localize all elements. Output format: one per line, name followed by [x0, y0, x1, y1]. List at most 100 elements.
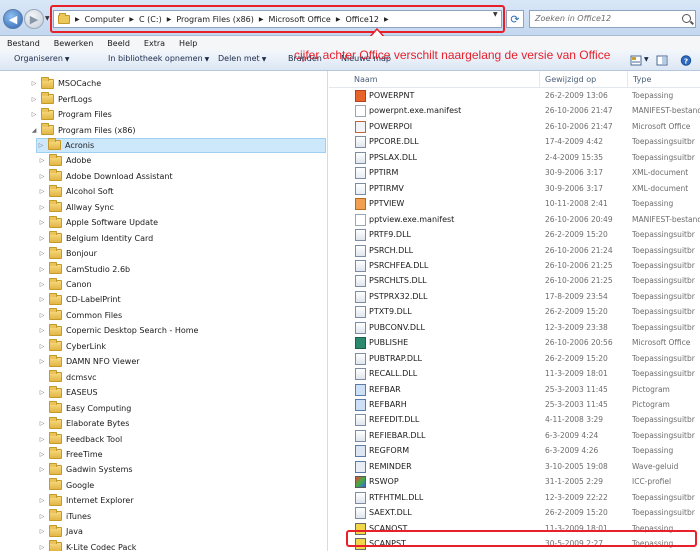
expand-arrow-icon[interactable]: ▷ — [37, 142, 45, 149]
chevron-right-icon[interactable]: ▶ — [126, 16, 137, 23]
file-row[interactable]: POWERPNT 26-2-2009 13:06 Toepassing — [329, 88, 700, 103]
tree-item[interactable]: ▷ Acronis — [36, 137, 326, 154]
tree-item[interactable]: ▷ CyberLink — [38, 339, 106, 354]
chevron-right-icon[interactable]: ▶ — [72, 16, 83, 23]
file-row[interactable]: PTXT9.DLL 26-2-2009 15:20 Toepassingsuitbr — [329, 304, 700, 319]
file-row[interactable]: SCANPST 30-5-2009 2:27 Toepassing — [329, 536, 700, 551]
expand-arrow-icon[interactable]: ▷ — [38, 343, 46, 350]
forward-button[interactable]: ▶ — [24, 9, 44, 29]
tree-item[interactable]: ▷ EASEUS — [38, 385, 98, 400]
address-dropdown-icon[interactable]: ▼ — [493, 11, 498, 18]
file-row[interactable]: PUBCONV.DLL 12-3-2009 23:38 Toepassingsuit… — [329, 320, 700, 335]
breadcrumb-drive-c[interactable]: C (C:) — [137, 15, 164, 24]
expand-arrow-icon[interactable]: ▷ — [38, 389, 46, 396]
column-divider[interactable] — [539, 71, 540, 88]
recent-pages-dropdown-icon[interactable]: ▼ — [45, 15, 50, 22]
organize-button[interactable]: Organiseren ▼ — [14, 54, 70, 63]
expand-arrow-icon[interactable]: ▷ — [38, 235, 46, 242]
column-name[interactable]: Naam — [354, 75, 378, 84]
file-row[interactable]: PRTF9.DLL 26-2-2009 15:20 Toepassingsuitbr — [329, 227, 700, 242]
tree-item[interactable]: Google — [38, 478, 94, 493]
tree-item[interactable]: ▷ Allway Sync — [38, 200, 114, 215]
file-row[interactable]: PPSLAX.DLL 2-4-2009 15:35 Toepassingsuitbr — [329, 150, 700, 165]
tree-item[interactable]: ▷ Adobe Download Assistant — [38, 169, 173, 184]
back-button[interactable]: ◀ — [3, 9, 23, 29]
expand-arrow-icon[interactable]: ▷ — [38, 204, 46, 211]
file-row[interactable]: RSWOP 31-1-2005 2:29 ICC-profiel — [329, 474, 700, 489]
file-row[interactable]: REFIEBAR.DLL 6-3-2009 4:24 Toepassingsuitb… — [329, 428, 700, 443]
menu-file[interactable]: Bestand — [0, 39, 47, 48]
tree-item[interactable]: ▷ Internet Explorer — [38, 493, 134, 508]
file-row[interactable]: PSTPRX32.DLL 17-8-2009 23:54 Toepassingsui… — [329, 289, 700, 304]
expand-arrow-icon[interactable]: ▷ — [38, 281, 46, 288]
tree-item[interactable]: ▷ Apple Software Update — [38, 215, 158, 230]
breadcrumb-microsoft-office[interactable]: Microsoft Office — [267, 15, 333, 24]
expand-arrow-icon[interactable]: ▷ — [38, 436, 46, 443]
expand-arrow-icon[interactable]: ▷ — [38, 513, 46, 520]
file-row[interactable]: RECALL.DLL 11-3-2009 18:01 Toepassingsuitb… — [329, 366, 700, 381]
tree-item[interactable]: ◢ Program Files (x86) — [30, 122, 136, 137]
view-options-icon[interactable] — [630, 55, 642, 66]
tree-item[interactable]: ▷ Common Files — [38, 308, 122, 323]
menu-tools[interactable]: Extra — [137, 39, 172, 48]
tree-item[interactable]: ▷ Alcohol Soft — [38, 184, 114, 199]
chevron-down-icon[interactable]: ▼ — [644, 56, 649, 63]
expand-arrow-icon[interactable]: ▷ — [38, 451, 46, 458]
tree-item[interactable]: ▷ MSOCache — [30, 76, 101, 91]
file-row[interactable]: PPCORE.DLL 17-4-2009 4:42 Toepassingsuitbr — [329, 134, 700, 149]
expand-arrow-icon[interactable]: ▷ — [30, 80, 38, 87]
expand-arrow-icon[interactable]: ▷ — [38, 219, 46, 226]
expand-arrow-icon[interactable]: ▷ — [38, 327, 46, 334]
expand-arrow-icon[interactable]: ▷ — [38, 296, 46, 303]
file-row[interactable]: PPTIRMV 30-9-2006 3:17 XML-document — [329, 181, 700, 196]
breadcrumb-computer[interactable]: Computer — [83, 15, 127, 24]
expand-arrow-icon[interactable]: ▷ — [38, 312, 46, 319]
file-row[interactable]: PSRCH.DLL 26-10-2006 21:24 Toepassingsuitb… — [329, 243, 700, 258]
tree-item[interactable]: ▷ Elaborate Bytes — [38, 416, 129, 431]
tree-item[interactable]: ▷ CD-LabelPrint — [38, 292, 121, 307]
tree-item[interactable]: ▷ Feedback Tool — [38, 431, 122, 446]
chevron-right-icon[interactable]: ▶ — [164, 16, 175, 23]
expanded-arrow-icon[interactable]: ◢ — [30, 127, 38, 134]
tree-item[interactable]: ▷ Gadwin Systems — [38, 462, 133, 477]
column-type[interactable]: Type — [633, 75, 651, 84]
refresh-button[interactable]: ⟳ — [506, 10, 524, 28]
file-row[interactable]: REMINDER 3-10-2005 19:08 Wave-geluid — [329, 459, 700, 474]
tree-item[interactable]: ▷ DAMN NFO Viewer — [38, 354, 140, 369]
search-icon[interactable] — [682, 14, 691, 23]
chevron-right-icon[interactable]: ▶ — [333, 16, 344, 23]
column-date-modified[interactable]: Gewijzigd op — [545, 75, 596, 84]
breadcrumb-program-files-x86[interactable]: Program Files (x86) — [174, 15, 256, 24]
file-row[interactable]: SAEXT.DLL 26-2-2009 15:20 Toepassingsuitbr — [329, 505, 700, 520]
file-row[interactable]: SCANOST 11-3-2009 18:01 Toepassing — [329, 521, 700, 536]
expand-arrow-icon[interactable]: ▷ — [38, 266, 46, 273]
tree-item[interactable]: Easy Computing — [38, 400, 131, 415]
chevron-right-icon[interactable]: ▶ — [256, 16, 267, 23]
expand-arrow-icon[interactable]: ▷ — [38, 173, 46, 180]
expand-arrow-icon[interactable]: ▷ — [38, 157, 46, 164]
breadcrumb[interactable]: ▶ Computer ▶ C (C:) ▶ Program Files (x86… — [53, 10, 502, 28]
expand-arrow-icon[interactable]: ▷ — [38, 544, 46, 551]
include-in-library-button[interactable]: In bibliotheek opnemen ▼ — [108, 54, 209, 63]
preview-pane-icon[interactable] — [656, 55, 668, 66]
tree-item[interactable]: ▷ iTunes — [38, 509, 91, 524]
menu-edit[interactable]: Bewerken — [47, 39, 101, 48]
search-input[interactable]: Zoeken in Office12 — [529, 10, 696, 28]
tree-item[interactable]: ▷ K-Lite Codec Pack — [38, 540, 136, 551]
file-row[interactable]: pptview.exe.manifest 26-10-2006 20:49 MANI… — [329, 212, 700, 227]
expand-arrow-icon[interactable]: ▷ — [38, 250, 46, 257]
tree-item[interactable]: dcmsvc — [38, 370, 97, 385]
file-row[interactable]: PSRCHFEA.DLL 26-10-2006 21:25 Toepassingsu… — [329, 258, 700, 273]
tree-item[interactable]: ▷ Copernic Desktop Search - Home — [38, 323, 198, 338]
file-row[interactable]: REFBARH 25-3-2003 11:45 Pictogram — [329, 397, 700, 412]
tree-item[interactable]: ▷ FreeTime — [38, 447, 103, 462]
column-divider[interactable] — [627, 71, 628, 88]
file-row[interactable]: powerpnt.exe.manifest 26-10-2006 21:47 MAN… — [329, 103, 700, 118]
expand-arrow-icon[interactable]: ▷ — [38, 497, 46, 504]
share-with-button[interactable]: Delen met ▼ — [218, 54, 266, 63]
expand-arrow-icon[interactable]: ▷ — [38, 188, 46, 195]
menu-help[interactable]: Help — [172, 39, 204, 48]
file-row[interactable]: POWERPOI 26-10-2006 21:47 Microsoft Office — [329, 119, 700, 134]
expand-arrow-icon[interactable]: ▷ — [38, 358, 46, 365]
file-row[interactable]: PUBLISHE 26-10-2006 20:56 Microsoft Office — [329, 335, 700, 350]
